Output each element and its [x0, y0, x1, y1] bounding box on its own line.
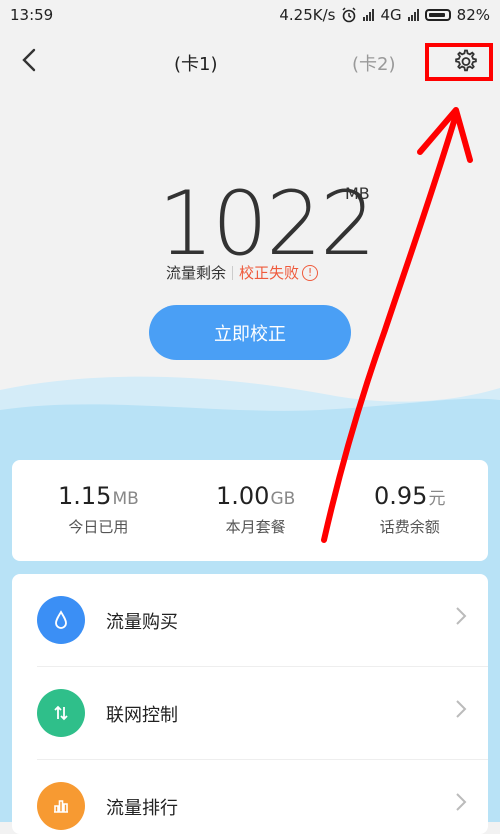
list-item-network-control[interactable]: 联网控制 — [12, 667, 488, 759]
divider — [232, 265, 234, 280]
stat-value: 0.95 — [374, 482, 428, 510]
tab-sim2[interactable]: (卡2) — [352, 50, 396, 76]
list-item-label: 联网控制 — [106, 705, 178, 726]
stat-value: 1.00 — [216, 482, 270, 510]
stat-label: 今日已用 — [68, 518, 129, 536]
list-item-label: 流量购买 — [106, 612, 178, 633]
battery-percent: 82% — [456, 6, 490, 24]
feature-list: 流量购买 联网控制 流量排行 — [12, 574, 488, 834]
stat-unit: GB — [270, 489, 296, 509]
list-item-data-ranking[interactable]: 流量排行 — [12, 760, 488, 834]
status-bar: 13:59 4.25K/s 4G 82% — [0, 0, 500, 30]
stat-monthly-plan: 1.00GB 本月套餐 — [216, 482, 295, 537]
annotation-highlight-box — [425, 43, 493, 81]
stat-unit: MB — [112, 489, 139, 509]
chevron-right-icon — [454, 697, 468, 727]
list-item-label: 流量排行 — [106, 798, 178, 819]
tab-sim1[interactable]: (卡1) — [174, 50, 218, 76]
stat-balance: 0.95元 话费余额 — [374, 482, 445, 537]
calibration-status[interactable]: 校正失败 ! — [239, 262, 319, 283]
data-unit: MB — [345, 184, 370, 203]
chevron-left-icon — [22, 48, 36, 72]
warning-icon: ! — [302, 264, 319, 281]
status-icons: 4.25K/s 4G 82% — [279, 6, 490, 24]
data-remaining-value: 1022 — [158, 172, 376, 275]
stat-today-used: 1.15MB 今日已用 — [58, 482, 139, 537]
chevron-right-icon — [454, 604, 468, 634]
usage-stats-card: 1.15MB 今日已用 1.00GB 本月套餐 0.95元 话费余额 — [12, 460, 488, 561]
chevron-right-icon — [454, 790, 468, 820]
calibration-status-text: 校正失败 — [239, 264, 300, 282]
stat-unit: 元 — [428, 489, 446, 509]
network-speed: 4.25K/s — [279, 6, 336, 24]
remaining-row: 流量剩余 校正失败 ! — [166, 262, 319, 283]
calibrate-now-button[interactable]: 立即校正 — [149, 305, 351, 360]
alarm-icon — [342, 7, 357, 23]
signal-icon-2 — [407, 9, 419, 21]
signal-icon — [363, 9, 375, 21]
stat-label: 话费余额 — [379, 518, 440, 536]
remaining-label: 流量剩余 — [166, 264, 227, 282]
stat-label: 本月套餐 — [225, 518, 286, 536]
stat-value: 1.15 — [58, 482, 112, 510]
bar-chart-icon — [37, 782, 85, 830]
list-item-data-purchase[interactable]: 流量购买 — [12, 574, 488, 666]
battery-icon — [424, 9, 451, 21]
up-down-arrows-icon — [37, 689, 85, 737]
network-type: 4G — [380, 6, 402, 24]
water-drop-icon — [37, 596, 85, 644]
back-button[interactable] — [14, 44, 46, 76]
status-time: 13:59 — [10, 6, 54, 24]
